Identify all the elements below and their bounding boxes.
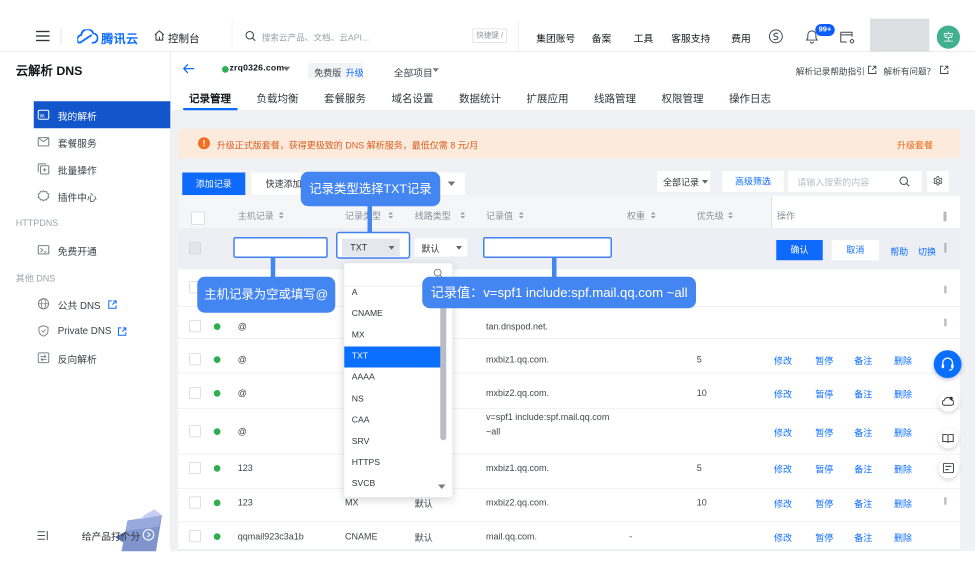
- svg-text:w.: w.: [39, 113, 46, 119]
